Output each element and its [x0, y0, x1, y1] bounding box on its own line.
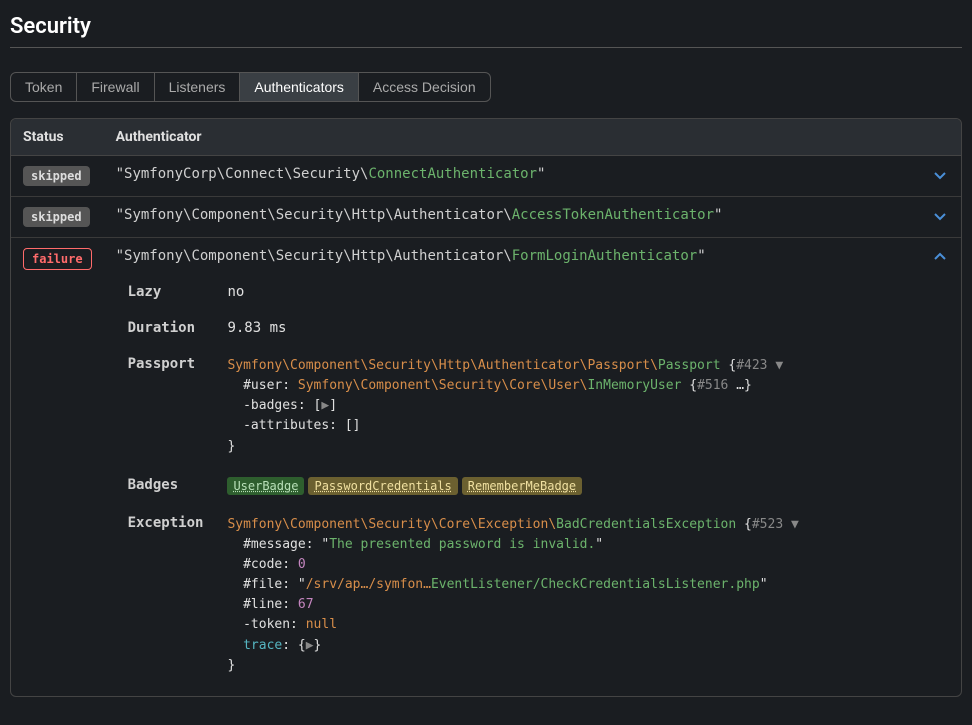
authenticator-class: "SymfonyCorp\Connect\Security\ConnectAut… [116, 166, 546, 182]
chevron-up-icon[interactable] [933, 250, 947, 264]
details-table: Lazyno Duration9.83 ms PassportSymfony\C… [116, 274, 949, 686]
badge-pill[interactable]: PasswordCredentials [308, 477, 457, 495]
detail-value: no [215, 274, 949, 310]
tab-authenticators[interactable]: Authenticators [240, 73, 359, 101]
page-title: Security [10, 14, 962, 39]
tab-token[interactable]: Token [11, 73, 77, 101]
badges-cell: UserBadgePasswordCredentials RememberMeBa… [215, 467, 949, 505]
passport-dump: Symfony\Component\Security\Http\Authenti… [215, 346, 949, 467]
tab-access-decision[interactable]: Access Decision [359, 73, 490, 101]
authenticator-class: "Symfony\Component\Security\Http\Authent… [116, 207, 723, 223]
exception-dump: Symfony\Component\Security\Core\Exceptio… [215, 505, 949, 686]
expand-toggle[interactable]: ▼ [775, 358, 783, 373]
table-row[interactable]: failure "Symfony\Component\Security\Http\… [11, 238, 961, 696]
tab-firewall[interactable]: Firewall [77, 73, 154, 101]
badge-pill[interactable]: UserBadge [227, 477, 304, 495]
detail-key: Exception [116, 505, 216, 686]
divider [10, 47, 962, 48]
table-row[interactable]: skipped "SymfonyCorp\Connect\Security\Con… [11, 156, 961, 197]
expand-toggle[interactable]: ▼ [791, 517, 799, 532]
detail-value: 9.83 ms [215, 310, 949, 346]
expand-toggle[interactable]: ▶ [306, 638, 314, 653]
badge-pill[interactable]: RememberMeBadge [462, 477, 582, 495]
status-badge: skipped [23, 207, 90, 227]
status-badge: skipped [23, 166, 90, 186]
authenticators-table: Status Authenticator skipped "SymfonyCorp… [10, 118, 962, 697]
detail-key: Badges [116, 467, 216, 505]
chevron-down-icon[interactable] [933, 168, 947, 182]
chevron-down-icon[interactable] [933, 209, 947, 223]
detail-key: Lazy [116, 274, 216, 310]
tab-listeners[interactable]: Listeners [155, 73, 241, 101]
authenticator-class: "Symfony\Component\Security\Http\Authent… [116, 248, 706, 264]
detail-key: Passport [116, 346, 216, 467]
detail-key: Duration [116, 310, 216, 346]
expand-toggle[interactable]: ▶ [321, 398, 329, 413]
status-badge: failure [23, 248, 92, 270]
tab-bar: TokenFirewallListenersAuthenticatorsAcce… [10, 72, 491, 102]
table-row[interactable]: skipped "Symfony\Component\Security\Http\… [11, 197, 961, 238]
col-status: Status [11, 119, 104, 156]
col-authenticator: Authenticator [104, 119, 961, 156]
